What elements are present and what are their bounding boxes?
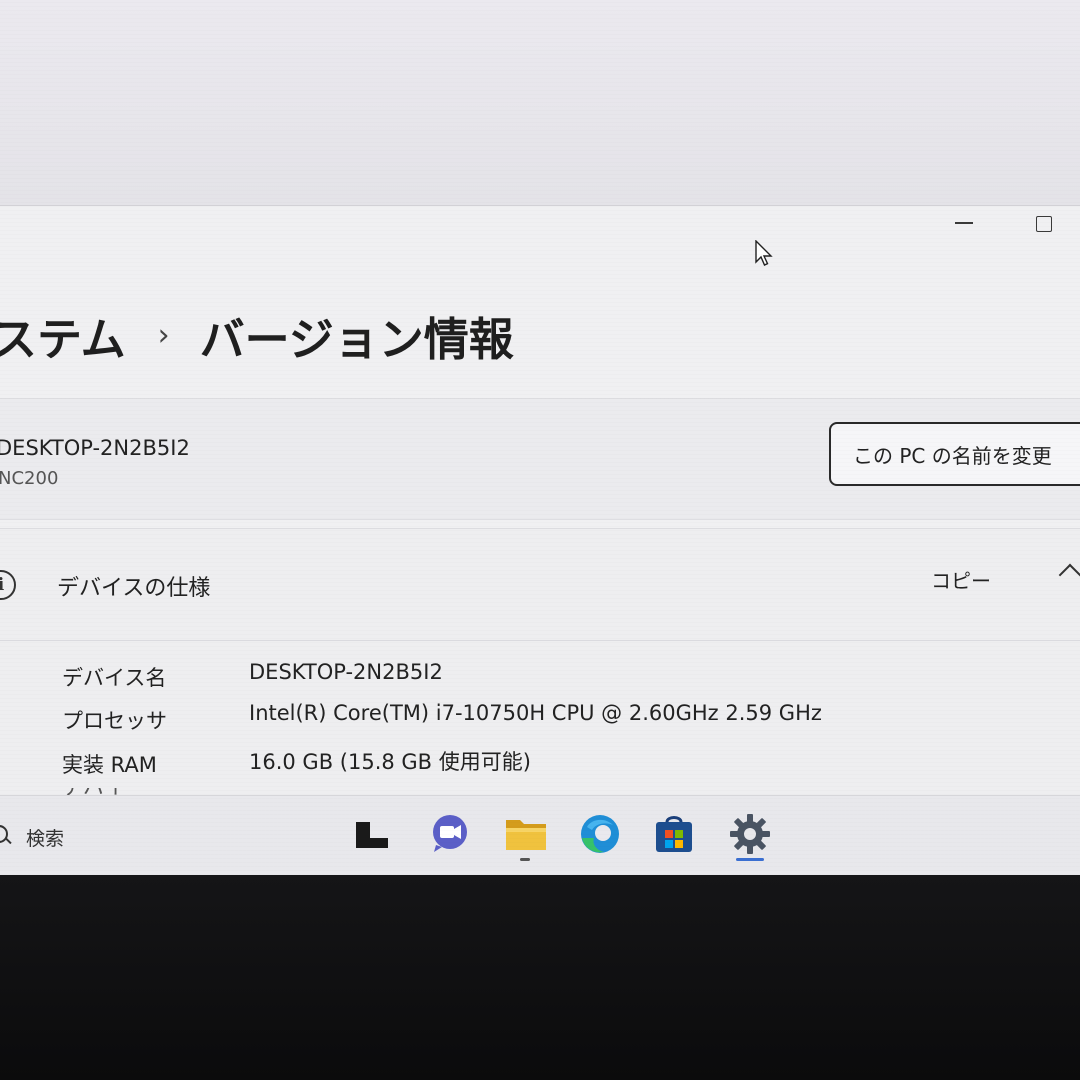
device-specs-title[interactable]: デバイスの仕様 <box>57 570 210 602</box>
active-indicator <box>736 858 764 861</box>
chat-icon[interactable] <box>428 812 472 856</box>
task-view-icon[interactable] <box>350 812 394 856</box>
running-indicator <box>520 858 530 861</box>
spec-value-processor: Intel(R) Core(TM) i7-10750H CPU @ 2.60GH… <box>249 701 822 725</box>
monitor-screen: ステム › バージョン情報 DESKTOP-2N2B5I2 NC200 この P… <box>0 0 1080 875</box>
breadcrumb-parent-system[interactable]: ステム <box>0 303 126 368</box>
spec-label-processor: プロセッサ <box>62 709 167 733</box>
store-icon[interactable] <box>652 812 696 856</box>
rename-pc-button[interactable]: この PC の名前を変更 <box>829 422 1080 486</box>
file-explorer-icon[interactable] <box>504 812 548 856</box>
spec-value-device-name: DESKTOP-2N2B5I2 <box>249 660 443 684</box>
monitor-bezel <box>0 875 1080 1080</box>
divider <box>0 640 1080 641</box>
maximize-button[interactable] <box>1036 216 1052 232</box>
mouse-cursor-icon <box>755 240 773 266</box>
breadcrumb: ステム › バージョン情報 <box>0 303 514 368</box>
breadcrumb-separator: › <box>157 317 170 353</box>
pc-name: DESKTOP-2N2B5I2 <box>0 436 190 460</box>
desktop-background <box>0 0 1080 205</box>
spec-label-ram: 実装 RAM <box>62 753 157 777</box>
settings-icon[interactable] <box>728 812 772 856</box>
minimize-button[interactable] <box>955 222 973 224</box>
spec-value-ram: 16.0 GB (15.8 GB 使用可能) <box>249 750 531 774</box>
page-title: バージョン情報 <box>199 312 514 366</box>
copy-button[interactable]: コピー <box>931 565 991 594</box>
spec-label-device-name: デバイス名 <box>62 666 167 690</box>
edge-icon[interactable] <box>578 812 622 856</box>
taskbar-search-label[interactable]: 検索 <box>26 824 64 851</box>
pc-model: NC200 <box>0 468 59 489</box>
